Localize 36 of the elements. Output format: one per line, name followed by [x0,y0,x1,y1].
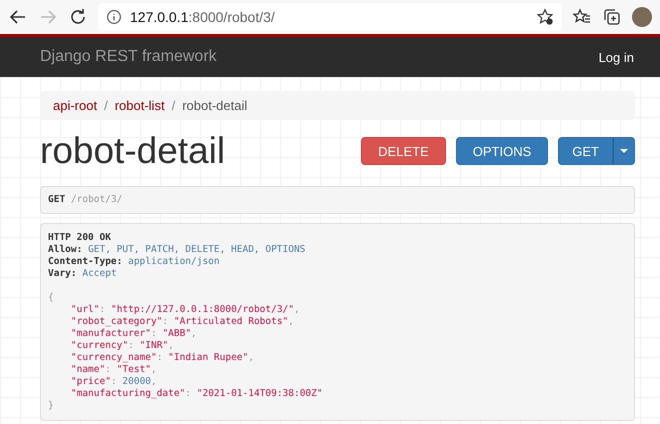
header-line: Content-Type: application/json [48,256,221,268]
json-line: "robot_category": "Articulated Robots", [70,316,295,328]
json-line: "manufacturer": "ABB", [70,328,198,340]
json-line: "url": "http://127.0.0.1:8000/robot/3/", [70,304,301,316]
header-line: Allow: GET, PUT, PATCH, DELETE, HEAD, OPTIONS [48,244,306,256]
json-line: "price": 20000, [70,376,158,388]
status-line: HTTP 200 OK [48,232,112,244]
breadcrumb-separator: / [104,98,108,113]
json-brace: { [48,292,55,304]
collections-icon[interactable] [602,7,622,27]
breadcrumb-link[interactable]: robot-detail [182,98,248,113]
add-favorite-icon[interactable] [536,8,554,26]
address-path: :8000/robot/3/ [188,9,275,25]
info-icon[interactable] [106,9,122,25]
page-title: robot-detail [40,130,226,172]
breadcrumb-separator: / [172,98,176,113]
delete-button[interactable]: DELETE [361,137,446,165]
json-brace: } [48,400,55,412]
json-line: "name": "Test", [70,364,158,376]
dropdown-button[interactable] [613,137,635,165]
breadcrumb-link[interactable]: api-root [53,98,98,113]
address-bar[interactable]: 127.0.0.1:8000/robot/3/ [98,3,562,31]
header-line: Vary: Accept [48,268,118,280]
reload-icon[interactable] [68,7,88,27]
brand-title[interactable]: Django REST framework [40,48,217,66]
login-link[interactable]: Log in [598,50,634,64]
options-button[interactable]: OPTIONS [456,137,548,165]
request-line: GET /robot/3/ [48,194,124,206]
get-button[interactable]: GET [558,137,613,165]
json-line: "currency": "INR", [70,340,175,352]
json-line: "currency_name": "Indian Rupee", [70,352,255,364]
caret-icon [620,148,628,154]
address-host: 127.0.0.1 [130,9,188,25]
json-line: "manufacturing_date": "2021-01-14T09:38:00Z" [70,388,324,400]
profile-avatar[interactable] [632,7,652,27]
breadcrumb-link[interactable]: robot-list [114,98,165,113]
